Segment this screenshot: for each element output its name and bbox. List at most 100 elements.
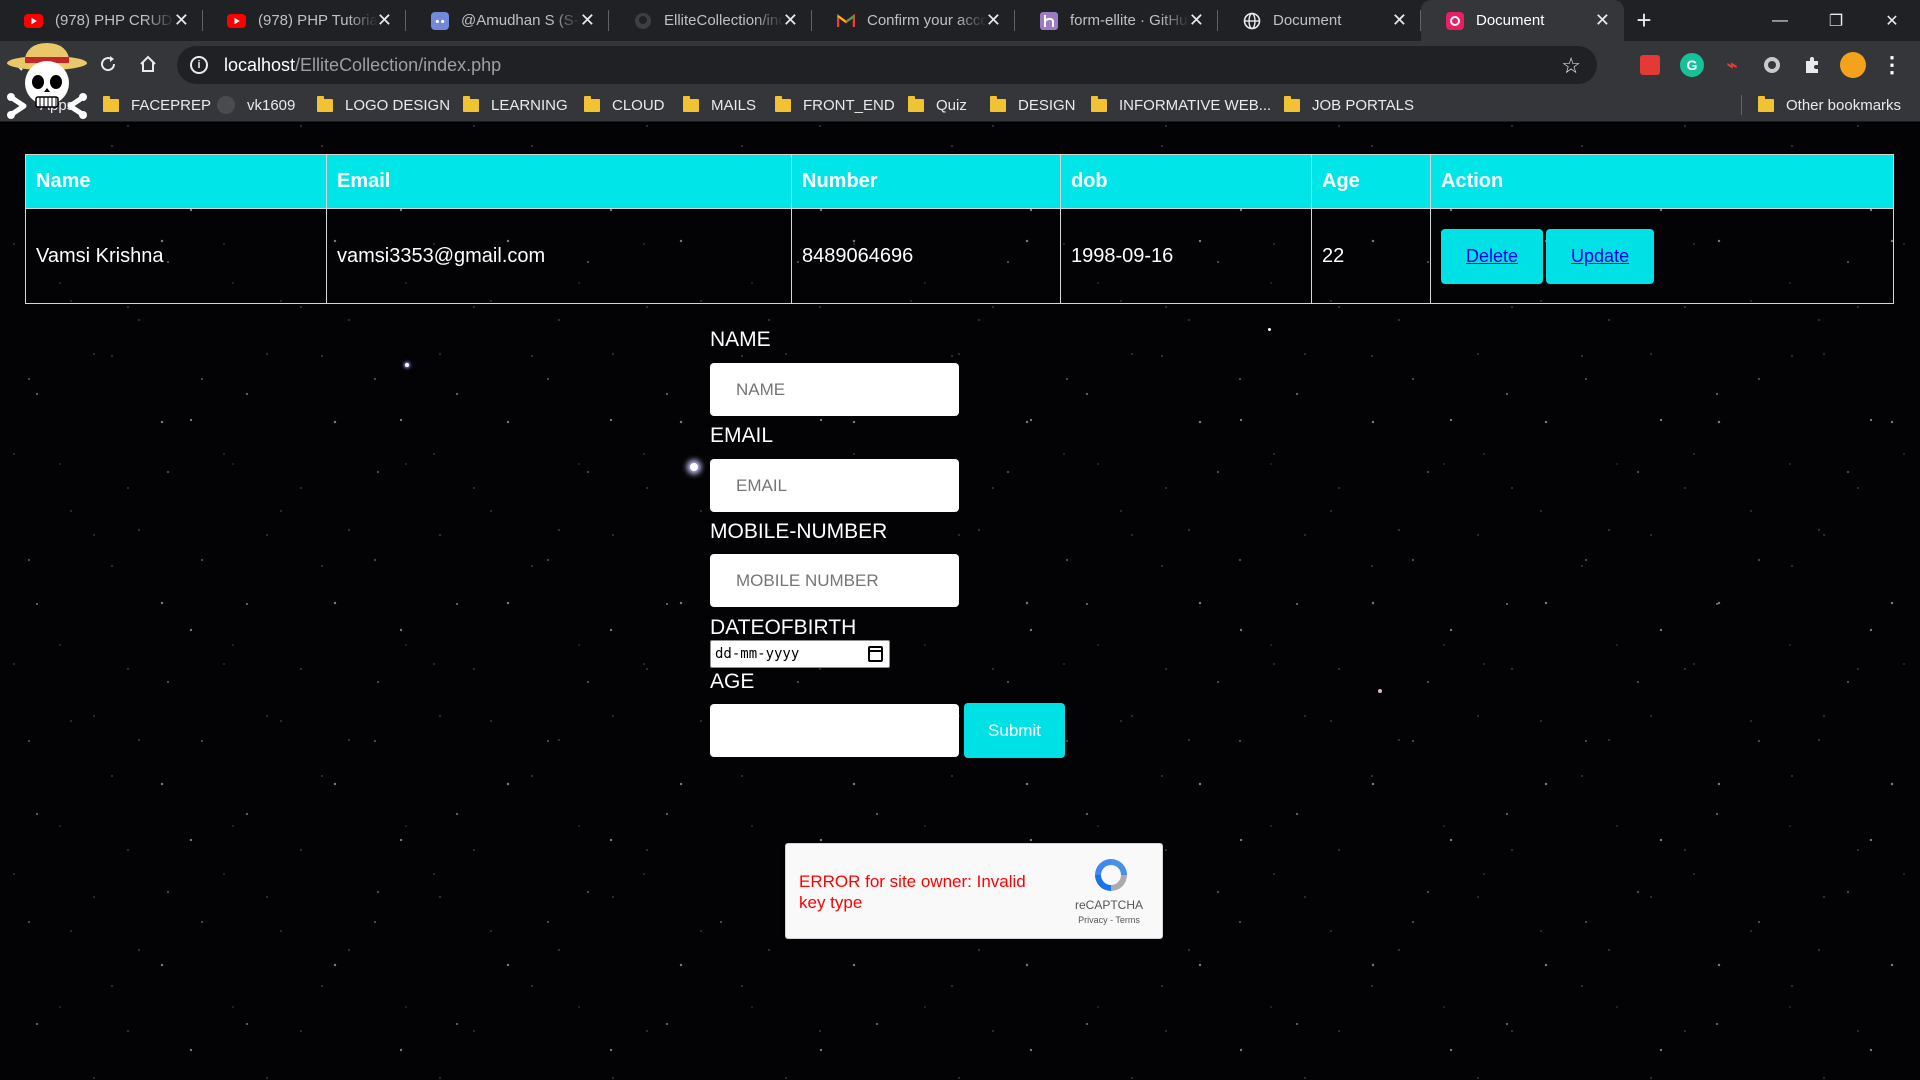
- bookmark-folder[interactable]: CLOUD: [584, 88, 665, 122]
- bookmark-label: MAILS: [711, 96, 757, 114]
- browser-tab[interactable]: Confirm your account ✕: [812, 0, 1015, 41]
- browser-toolbar: i localhost/ElliteCollection/index.php ☆…: [0, 41, 1920, 88]
- tab-title: (978) PHP CRUD Tutorial: [55, 12, 175, 29]
- bookmark-folder[interactable]: INFORMATIVE WEB...: [1091, 88, 1271, 122]
- cell-actions: Delete Update: [1430, 208, 1894, 304]
- star-decoration: [405, 363, 409, 367]
- browser-tab-active[interactable]: Document ✕: [1421, 0, 1624, 41]
- bookmark-label: Other bookmarks: [1786, 96, 1902, 114]
- extensions-puzzle-icon[interactable]: [1800, 53, 1824, 77]
- table-header-row: Name Email Number dob Age Action: [25, 154, 1894, 209]
- discord-icon: [430, 11, 449, 30]
- calendar-icon[interactable]: [868, 646, 883, 662]
- new-tab-button[interactable]: +: [1624, 0, 1664, 41]
- close-tab-icon[interactable]: ✕: [1189, 10, 1204, 30]
- tab-title: ElliteCollection/index: [664, 12, 784, 29]
- bookmarks-bar: Apps FACEPREP vk1609 LOGO DESIGN LEARNIN…: [0, 88, 1920, 122]
- pdf-extension-icon[interactable]: ⌁: [1720, 53, 1744, 77]
- table-row: Vamsi Krishna vamsi3353@gmail.com 848906…: [25, 208, 1894, 304]
- browser-tab[interactable]: (978) PHP CRUD Tutorial ✕: [0, 0, 203, 41]
- address-bar[interactable]: i localhost/ElliteCollection/index.php ☆: [177, 46, 1597, 84]
- folder-icon: [1091, 95, 1107, 112]
- tab-title: form-ellite · GitHub: [1070, 12, 1190, 29]
- url-path: /ElliteCollection/index.php: [295, 54, 502, 75]
- tab-title: Document: [1476, 12, 1545, 29]
- profile-avatar[interactable]: [1840, 52, 1866, 78]
- close-tab-icon[interactable]: ✕: [377, 10, 392, 30]
- records-table: Name Email Number dob Age Action Vamsi K…: [25, 154, 1894, 304]
- tab-title: @Amudhan S (S-5: [461, 12, 581, 29]
- bookmark-folder[interactable]: FACEPREP: [103, 88, 211, 122]
- bookmark-link[interactable]: vk1609: [217, 88, 295, 122]
- close-tab-icon[interactable]: ✕: [580, 10, 595, 30]
- folder-icon: [584, 95, 600, 112]
- reload-icon: [101, 56, 116, 72]
- menu-kebab-icon[interactable]: ⋮: [1880, 52, 1904, 77]
- submit-button[interactable]: Submit: [964, 703, 1065, 758]
- folder-icon: [317, 95, 333, 112]
- close-window-button[interactable]: ✕: [1864, 0, 1920, 41]
- browser-tab[interactable]: Document ✕: [1218, 0, 1421, 41]
- browser-tab[interactable]: @Amudhan S (S-5 ✕: [406, 0, 609, 41]
- name-label: NAME: [710, 328, 771, 351]
- email-input[interactable]: EMAIL: [710, 459, 959, 512]
- cell-age: 22: [1311, 208, 1431, 304]
- github-icon: [217, 96, 235, 114]
- recaptcha-brand: reCAPTCHA: [1074, 898, 1143, 912]
- cell-name: Vamsi Krishna: [25, 208, 327, 304]
- browser-tab[interactable]: form-ellite · GitHub ✕: [1015, 0, 1218, 41]
- close-tab-icon[interactable]: ✕: [986, 10, 1001, 30]
- pocket-extension-icon[interactable]: [1640, 55, 1660, 75]
- bookmark-folder[interactable]: JOB PORTALS: [1284, 88, 1414, 122]
- mobile-number-input[interactable]: MOBILE NUMBER: [710, 554, 959, 607]
- home-icon: [140, 55, 156, 72]
- column-header-action: Action: [1430, 154, 1894, 209]
- age-input[interactable]: [710, 704, 959, 757]
- window-controls: — ❐ ✕: [1752, 0, 1920, 41]
- bookmark-star-icon[interactable]: ☆: [1561, 53, 1581, 79]
- close-tab-icon[interactable]: ✕: [783, 10, 798, 30]
- app-icon: [1445, 11, 1464, 30]
- date-of-birth-input[interactable]: dd-mm-yyyy: [710, 640, 890, 668]
- restore-button[interactable]: ❐: [1808, 0, 1864, 41]
- browser-tab[interactable]: (978) PHP Tutorial ✕: [203, 0, 406, 41]
- bookmark-folder[interactable]: Quiz: [908, 88, 967, 122]
- bookmark-label: vk1609: [247, 96, 296, 114]
- close-tab-icon[interactable]: ✕: [174, 10, 189, 30]
- recaptcha-widget[interactable]: ERROR for site owner: Invalid key type r…: [785, 843, 1163, 939]
- column-header-name: Name: [25, 154, 327, 209]
- bookmark-folder[interactable]: LOGO DESIGN: [317, 88, 450, 122]
- column-header-dob: dob: [1060, 154, 1312, 209]
- bookmark-folder[interactable]: FRONT_END: [775, 88, 895, 122]
- youtube-icon: [227, 11, 246, 30]
- delete-button[interactable]: Delete: [1441, 228, 1544, 284]
- bookmark-label: JOB PORTALS: [1312, 96, 1414, 114]
- age-label: AGE: [710, 670, 755, 693]
- info-icon[interactable]: i: [190, 56, 208, 74]
- bookmark-folder[interactable]: DESIGN: [990, 88, 1076, 122]
- other-bookmarks[interactable]: Other bookmarks: [1758, 88, 1901, 122]
- reload-button[interactable]: [93, 49, 123, 79]
- star-decoration: [1378, 689, 1382, 693]
- bookmark-folder[interactable]: MAILS: [683, 88, 756, 122]
- folder-icon: [1758, 95, 1774, 112]
- browser-tab[interactable]: ElliteCollection/index ✕: [609, 0, 812, 41]
- recaptcha-terms-link[interactable]: Privacy - Terms: [1064, 915, 1154, 925]
- circle-extension-icon[interactable]: [1760, 53, 1784, 77]
- bookmark-folder[interactable]: LEARNING: [463, 88, 568, 122]
- close-tab-icon[interactable]: ✕: [1595, 10, 1610, 30]
- name-input[interactable]: NAME: [710, 363, 959, 416]
- bookmark-label: DESIGN: [1018, 96, 1076, 114]
- tab-title: (978) PHP Tutorial: [258, 12, 378, 29]
- home-button[interactable]: [133, 49, 163, 79]
- close-tab-icon[interactable]: ✕: [1392, 10, 1407, 30]
- bookmark-label: CLOUD: [612, 96, 665, 114]
- youtube-icon: [24, 11, 43, 30]
- update-button[interactable]: Update: [1546, 228, 1655, 284]
- folder-icon: [1284, 95, 1300, 112]
- email-label: EMAIL: [710, 424, 774, 447]
- folder-icon: [103, 95, 119, 112]
- minimize-button[interactable]: —: [1752, 0, 1808, 41]
- recaptcha-error: ERROR for site owner: Invalid key type: [799, 872, 1026, 912]
- grammarly-extension-icon[interactable]: G: [1680, 53, 1704, 77]
